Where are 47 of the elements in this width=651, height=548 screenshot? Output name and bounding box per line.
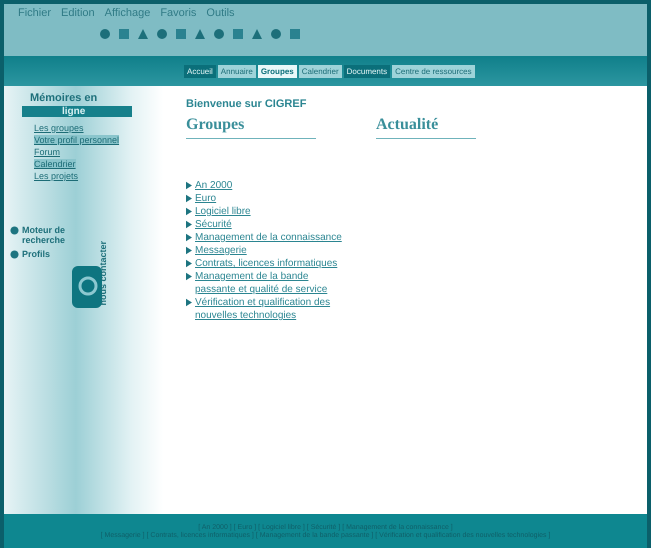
toolbar-icon[interactable] — [193, 27, 207, 41]
tool-link[interactable]: Profils — [22, 249, 92, 259]
group-link[interactable]: Contrats, licences informatiques — [195, 257, 338, 270]
group-link[interactable]: Messagerie — [195, 244, 247, 257]
nav-tab[interactable]: Groupes — [258, 64, 297, 78]
toolbar-icon[interactable] — [155, 27, 169, 41]
group-link[interactable]: Logiciel libre — [195, 205, 251, 218]
toolbar-icon[interactable] — [288, 27, 302, 41]
column-heading: Actualité — [376, 116, 476, 139]
welcome-heading: Bienvenue sur CIGREF — [186, 98, 308, 110]
group-link[interactable]: Vérification et qualification des nouvelles technologies — [195, 296, 346, 322]
menu-item[interactable]: Affichage — [104, 7, 150, 19]
arrow-icon — [186, 298, 192, 307]
sidebar-subtitle: ligne — [22, 106, 132, 117]
group-link[interactable]: Management de la bande passante et qualité de service — [195, 270, 346, 296]
group-link[interactable]: Sécurité — [195, 218, 232, 231]
bullet-icon — [10, 226, 19, 235]
toolbar-icon[interactable] — [212, 27, 226, 41]
tool-link[interactable]: Moteur de recherche — [22, 225, 92, 245]
nav-tab[interactable]: Accueil — [184, 64, 216, 78]
sidebar-title: Mémoires en — [29, 92, 98, 104]
toolbar-icon[interactable] — [98, 27, 112, 41]
nav-tab[interactable]: Centre de ressources — [392, 64, 475, 78]
menu-item[interactable]: Favoris — [160, 7, 196, 19]
nav-tab[interactable]: Calendrier — [298, 64, 342, 78]
bullet-icon — [10, 250, 19, 259]
menu-item[interactable]: Edition — [61, 7, 95, 19]
toolbar-icon[interactable] — [136, 27, 150, 41]
sidebar-link[interactable]: Les projets — [34, 171, 78, 181]
group-link[interactable]: Euro — [195, 192, 216, 205]
menu-item[interactable]: Outils — [206, 7, 235, 19]
sidebar-link[interactable]: Votre profil personnel — [34, 135, 120, 145]
toolbar-icon[interactable] — [117, 27, 131, 41]
toolbar-icon[interactable] — [231, 27, 245, 41]
group-link[interactable]: Management de la connaissance — [195, 231, 342, 244]
group-link[interactable]: An 2000 — [195, 179, 232, 192]
toolbar-icon[interactable] — [250, 27, 264, 41]
column-heading: Groupes — [186, 116, 316, 139]
nav-tab[interactable]: Documents — [344, 64, 390, 78]
menu-item[interactable]: Fichier — [18, 7, 52, 19]
sidebar-link[interactable]: Calendrier — [34, 159, 76, 169]
sidebar-link[interactable]: Les groupes — [34, 123, 84, 133]
sidebar-link[interactable]: Forum — [34, 147, 60, 157]
logo-icon — [72, 266, 102, 308]
toolbar-icon[interactable] — [174, 27, 188, 41]
toolbar-icon[interactable] — [269, 27, 283, 41]
nav-tab[interactable]: Annuaire — [218, 64, 256, 78]
